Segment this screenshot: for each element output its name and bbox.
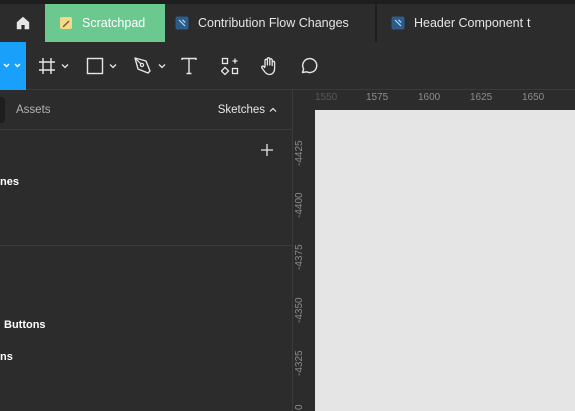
text-icon bbox=[181, 57, 197, 75]
tab-contribution-flow-changes[interactable]: Contribution Flow Changes bbox=[165, 4, 376, 42]
page-item[interactable]: ns bbox=[0, 351, 13, 363]
add-page-icon[interactable] bbox=[259, 142, 275, 158]
rectangle-icon bbox=[86, 57, 104, 75]
page-selector[interactable]: Sketches bbox=[218, 90, 277, 130]
home-icon bbox=[16, 16, 29, 30]
ruler-corner bbox=[293, 90, 315, 110]
components-icon bbox=[221, 57, 239, 75]
figma-file-icon bbox=[175, 16, 189, 30]
chevron-up-icon bbox=[269, 107, 277, 112]
ruler-label: 1650 bbox=[522, 92, 545, 103]
page-selector-label: Sketches bbox=[217, 104, 265, 116]
ruler-label: 0 bbox=[294, 404, 305, 410]
frame-tool-button[interactable] bbox=[38, 42, 70, 90]
ruler-label: -4350 bbox=[294, 297, 305, 323]
ruler-left: -4425 -4400 -4375 -4350 -4325 0 bbox=[293, 110, 315, 411]
chevron-down-icon bbox=[158, 64, 166, 69]
frame-icon bbox=[39, 58, 55, 74]
ruler-label: 1550 bbox=[315, 92, 338, 103]
ruler-label: -4375 bbox=[294, 244, 305, 270]
ruler-label: 1625 bbox=[470, 92, 493, 103]
tab-label: Header Component bbox=[414, 16, 524, 30]
tab-label: Scratchpad bbox=[82, 16, 146, 30]
ruler-label: -4425 bbox=[294, 140, 305, 166]
page-item[interactable]: Buttons bbox=[4, 319, 46, 331]
hand-tool-button[interactable] bbox=[259, 42, 279, 90]
comment-icon bbox=[301, 57, 318, 74]
ruler-label: -4325 bbox=[294, 350, 305, 376]
shape-tool-button[interactable] bbox=[86, 42, 118, 90]
resources-tool-button[interactable] bbox=[221, 42, 239, 90]
hand-icon bbox=[261, 57, 276, 76]
ruler-top: 1550 1575 1600 1625 1650 bbox=[315, 90, 575, 110]
panel-tabs: Assets Sketches bbox=[0, 90, 293, 130]
panel-divider bbox=[0, 245, 293, 246]
canvas[interactable] bbox=[315, 110, 575, 411]
layers-tab[interactable] bbox=[0, 97, 5, 123]
tab-bar: Scratchpad Contribution Flow Changes Hea… bbox=[0, 0, 575, 42]
ruler-label: 1600 bbox=[418, 92, 441, 103]
pen-tool-button[interactable] bbox=[133, 42, 167, 90]
chevron-down-icon bbox=[109, 64, 117, 69]
toolbar bbox=[0, 42, 575, 90]
tab-scratchpad[interactable]: Scratchpad bbox=[45, 4, 165, 42]
tab-overflow-text: t bbox=[527, 16, 531, 30]
chevron-down-icon bbox=[61, 64, 69, 69]
left-panel: Assets Sketches nes Buttons ns bbox=[0, 90, 293, 411]
text-tool-button[interactable] bbox=[180, 42, 198, 90]
home-button[interactable] bbox=[0, 4, 45, 42]
chevron-down-icon bbox=[3, 63, 21, 68]
assets-tab[interactable]: Assets bbox=[16, 90, 51, 130]
page-item[interactable]: nes bbox=[0, 176, 19, 188]
tab-header-component[interactable]: Header Component bbox=[377, 4, 575, 42]
scratchpad-file-icon bbox=[60, 17, 72, 29]
tab-label: Contribution Flow Changes bbox=[198, 16, 349, 30]
move-tool-button[interactable] bbox=[0, 42, 26, 90]
figma-file-icon bbox=[391, 16, 405, 30]
ruler-label: -4400 bbox=[294, 192, 305, 218]
pen-icon bbox=[134, 57, 151, 74]
ruler-label: 1575 bbox=[366, 92, 389, 103]
comment-tool-button[interactable] bbox=[299, 42, 319, 90]
